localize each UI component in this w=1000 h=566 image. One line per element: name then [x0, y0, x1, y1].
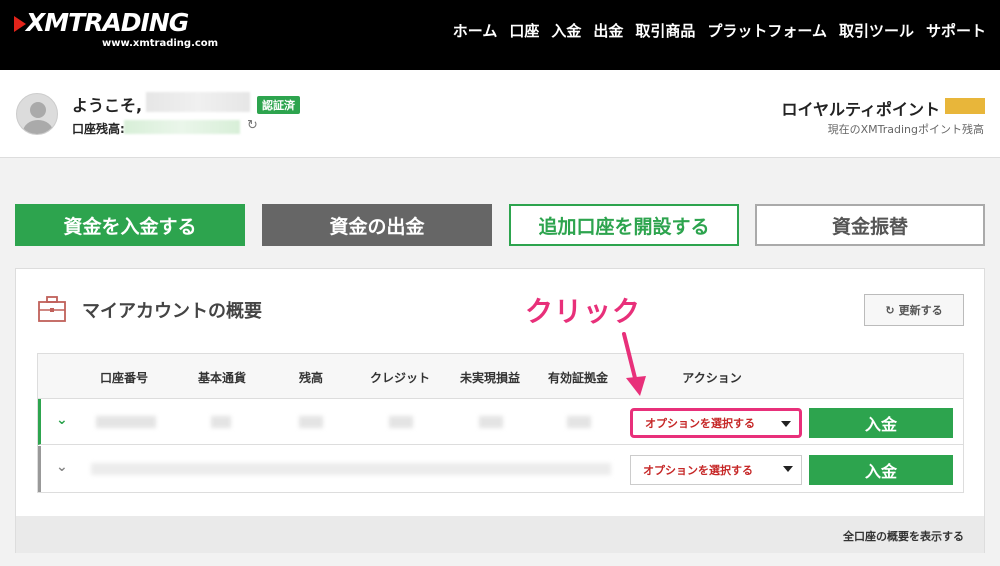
refresh-balance-icon[interactable]: ↻ — [247, 118, 258, 133]
blurred-cell — [479, 416, 503, 428]
table-row: ⌄ オプションを選択する 入金 — [38, 446, 963, 492]
annotation-arrow-icon — [622, 332, 646, 396]
logo-url: www.xmtrading.com — [102, 38, 219, 49]
avatar-body-icon — [23, 120, 53, 134]
blurred-cell — [96, 416, 156, 428]
refresh-label: 更新する — [898, 304, 943, 317]
main-nav: ホーム 口座 入金 出金 取引商品 プラットフォーム 取引ツール サポート — [453, 20, 986, 41]
nav-tools[interactable]: 取引ツール — [839, 20, 914, 41]
blurred-cell — [211, 416, 231, 428]
row-deposit-button[interactable]: 入金 — [809, 455, 953, 485]
xmtrading-logo[interactable]: XMTRADING www.xmtrading.com — [14, 8, 218, 52]
welcome-bar: ようこそ, 認証済 口座残高: ↻ ロイヤルティポイント 現在のXMTradin… — [0, 70, 1000, 158]
nav-withdraw[interactable]: 出金 — [593, 20, 623, 41]
verified-badge: 認証済 — [257, 96, 300, 114]
table-row: ⌄ オプションを選択する 入金 — [38, 399, 963, 445]
chevron-down-icon[interactable]: ⌄ — [56, 459, 68, 475]
options-select[interactable]: オプションを選択する — [630, 455, 802, 485]
briefcase-icon — [38, 296, 66, 322]
refresh-icon: ↻ — [885, 303, 895, 317]
panel-title: マイアカウントの概要 — [82, 301, 262, 322]
caret-down-icon — [783, 466, 793, 472]
nav-products[interactable]: 取引商品 — [635, 20, 695, 41]
header-credit: クレジット — [369, 371, 431, 385]
table-header: 口座番号 基本通貨 残高 クレジット 未実現損益 有効証拠金 アクション — [38, 354, 963, 399]
transfer-funds-button[interactable]: 資金振替 — [755, 204, 985, 246]
withdraw-funds-button[interactable]: 資金の出金 — [262, 204, 492, 246]
row-deposit-button[interactable]: 入金 — [809, 408, 953, 438]
caret-down-icon — [781, 421, 791, 427]
blurred-balance — [124, 120, 240, 134]
logo-text: XMTRADING — [26, 8, 189, 37]
nav-deposit[interactable]: 入金 — [551, 20, 581, 41]
chevron-down-icon[interactable]: ⌄ — [56, 412, 68, 428]
blurred-username — [146, 92, 250, 112]
avatar[interactable] — [16, 93, 58, 135]
options-select[interactable]: オプションを選択する — [630, 408, 802, 438]
blurred-cell — [567, 416, 591, 428]
blurred-cell — [389, 416, 413, 428]
blurred-cell — [91, 463, 611, 475]
view-all-accounts-link[interactable]: 全口座の概要を表示する — [843, 528, 964, 544]
nav-account[interactable]: 口座 — [509, 20, 539, 41]
header-action: アクション — [682, 371, 742, 385]
balance-label: 口座残高: — [72, 122, 125, 136]
nav-home[interactable]: ホーム — [453, 20, 498, 41]
panel-footer: 全口座の概要を表示する — [16, 516, 984, 553]
avatar-head-icon — [30, 102, 46, 118]
welcome-greeting: ようこそ, — [72, 96, 143, 115]
nav-support[interactable]: サポート — [926, 20, 986, 41]
refresh-button[interactable]: ↻ 更新する — [864, 294, 964, 326]
blurred-cell — [299, 416, 323, 428]
header-equity: 有効証拠金 — [547, 371, 609, 385]
loyalty-subtitle: 現在のXMTradingポイント残高 — [827, 123, 984, 136]
options-select-label: オプションを選択する — [643, 464, 753, 477]
header-base-currency: 基本通貨 — [197, 371, 247, 385]
header-unrealized-pl: 未実現損益 — [459, 371, 521, 385]
top-navbar: XMTRADING www.xmtrading.com ホーム 口座 入金 出金… — [0, 0, 1000, 70]
click-annotation: クリック — [525, 295, 642, 328]
nav-platform[interactable]: プラットフォーム — [707, 20, 827, 41]
loyalty-title: ロイヤルティポイント — [781, 100, 940, 119]
options-select-label: オプションを選択する — [645, 417, 755, 430]
deposit-funds-button[interactable]: 資金を入金する — [15, 204, 245, 246]
open-additional-account-button[interactable]: 追加口座を開設する — [509, 204, 739, 246]
logo-mark-icon — [14, 16, 26, 32]
accounts-table: 口座番号 基本通貨 残高 クレジット 未実現損益 有効証拠金 アクション ⌄ オ… — [37, 353, 964, 493]
header-account-number: 口座番号 — [99, 371, 149, 385]
loyalty-points-badge — [945, 98, 985, 114]
header-balance: 残高 — [298, 371, 324, 385]
